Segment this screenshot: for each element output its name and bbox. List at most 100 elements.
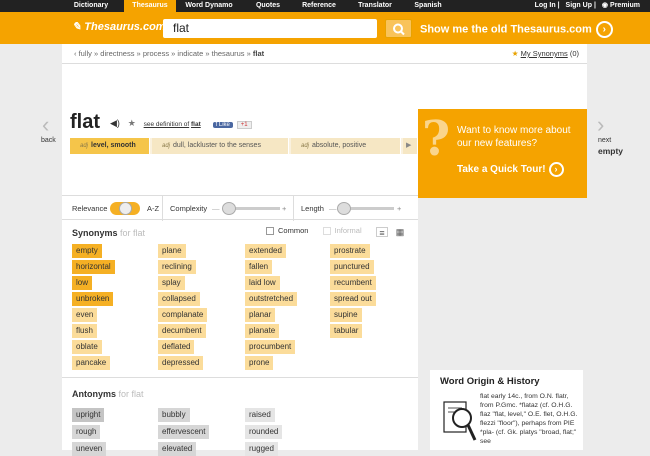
breadcrumb: ‹ fully » directness » process » indicat…	[74, 49, 265, 58]
minus-icon[interactable]: —	[329, 204, 337, 213]
plus-icon[interactable]: +	[397, 204, 401, 213]
next-word[interactable]: empty	[598, 146, 623, 156]
my-synonyms[interactable]: ★ My Synonyms (0)	[512, 49, 579, 58]
synonym-link[interactable]: outstretched	[245, 292, 298, 306]
az-label[interactable]: A-Z	[147, 204, 159, 213]
breadcrumb-item[interactable]: process	[143, 49, 169, 58]
synonym-link[interactable]: prone	[245, 356, 274, 370]
synonym-link[interactable]: planar	[245, 308, 276, 322]
google-plus-button[interactable]: +1	[236, 121, 252, 129]
breadcrumb-item[interactable]: thesaurus	[212, 49, 245, 58]
antonym-link[interactable]: rugged	[245, 442, 278, 456]
length-slider-handle[interactable]	[337, 202, 351, 215]
synonym-link[interactable]: plane	[158, 244, 186, 258]
star-icon[interactable]: ★	[128, 118, 136, 129]
my-synonyms-count: (0)	[569, 49, 579, 58]
minus-icon[interactable]: —	[212, 204, 220, 213]
antonyms-title: Antonyms for flat	[72, 389, 144, 399]
synonym-link[interactable]: recumbent	[330, 276, 376, 290]
synonym-link[interactable]: punctured	[330, 260, 374, 274]
informal-checkbox[interactable]	[322, 227, 331, 236]
list-view-icon[interactable]: ≡	[376, 227, 388, 238]
synonym-link[interactable]: oblate	[72, 340, 102, 354]
breadcrumb-item[interactable]: directness	[100, 49, 134, 58]
synonym-link[interactable]: prostrate	[330, 244, 370, 258]
relevance-toggle[interactable]	[110, 202, 140, 215]
synonym-link[interactable]: spread out	[330, 292, 376, 306]
synonym-link[interactable]: horizontal	[72, 260, 115, 274]
scroll-right-icon[interactable]: ▶	[403, 138, 418, 154]
my-synonyms-link[interactable]: My Synonyms	[521, 49, 568, 58]
complexity-slider-handle[interactable]	[222, 202, 236, 215]
sense-tab[interactable]: adj level, smooth	[70, 138, 150, 154]
see-definition-link[interactable]: see definition of flat	[144, 121, 201, 128]
common-label[interactable]: Common	[278, 226, 308, 235]
sense-tab[interactable]: adj dull, lackluster to the senses	[152, 138, 289, 154]
synonym-link[interactable]: flush	[72, 324, 97, 338]
synonym-link[interactable]: planate	[245, 324, 280, 338]
synonym-link[interactable]: splay	[158, 276, 185, 290]
antonyms-for-word: for flat	[118, 389, 144, 399]
tab-quotes[interactable]: Quotes	[248, 0, 288, 12]
antonym-link[interactable]: rounded	[245, 425, 283, 439]
informal-label[interactable]: Informal	[335, 226, 362, 235]
breadcrumb-current: flat	[252, 49, 265, 58]
old-thesaurus-link[interactable]: Show me the old Thesaurus.com ›	[420, 21, 613, 38]
divider	[293, 196, 294, 221]
synonym-link[interactable]: reclining	[158, 260, 196, 274]
synonym-link[interactable]: fallen	[245, 260, 273, 274]
synonym-link[interactable]: supine	[330, 308, 362, 322]
breadcrumb-start-icon: ‹	[74, 49, 77, 58]
synonym-link[interactable]: decumbent	[158, 324, 206, 338]
synonym-link[interactable]: empty	[72, 244, 102, 258]
synonym-link[interactable]: procumbent	[245, 340, 296, 354]
next-arrow-icon[interactable]: ›	[597, 112, 604, 138]
tab-translator[interactable]: Translator	[350, 0, 400, 12]
premium-link[interactable]: Premium	[610, 2, 640, 9]
synonym-link[interactable]: low	[72, 276, 93, 290]
synonym-link[interactable]: unbroken	[72, 292, 114, 306]
antonym-link[interactable]: raised	[245, 408, 275, 422]
back-label[interactable]: back	[41, 137, 56, 144]
synonym-link[interactable]: complanate	[158, 308, 208, 322]
header: ✎ Thesaurus.com flat Show me the old The…	[0, 12, 650, 44]
synonym-link[interactable]: laid low	[245, 276, 280, 290]
breadcrumb-item[interactable]: indicate	[177, 49, 203, 58]
facebook-like-button[interactable]: f Like	[212, 122, 233, 128]
length-label: Length	[301, 204, 324, 213]
next-label[interactable]: next	[598, 137, 611, 144]
plus-icon[interactable]: +	[282, 204, 286, 213]
back-arrow-icon[interactable]: ‹	[42, 112, 49, 138]
antonym-link[interactable]: rough	[72, 425, 101, 439]
breadcrumb-item[interactable]: fully	[79, 49, 92, 58]
synonym-link[interactable]: even	[72, 308, 98, 322]
signup-link[interactable]: Sign Up	[566, 2, 592, 9]
common-checkbox[interactable]	[266, 227, 274, 236]
quick-tour-button[interactable]: Take a Quick Tour! ›	[457, 162, 564, 177]
search-button[interactable]	[385, 19, 412, 38]
synonym-link[interactable]: collapsed	[158, 292, 200, 306]
synonym-link[interactable]: depressed	[158, 356, 204, 370]
tab-dictionary[interactable]: Dictionary	[68, 0, 114, 12]
tab-spanish[interactable]: Spanish	[408, 0, 448, 12]
synonym-link[interactable]: deflated	[158, 340, 195, 354]
grid-view-icon[interactable]: ▦	[394, 227, 406, 237]
tab-word-dynamo[interactable]: Word Dynamo	[180, 0, 238, 12]
toggle-knob[interactable]	[119, 202, 132, 215]
facebook-icon: f	[215, 122, 218, 128]
tab-thesaurus[interactable]: Thesaurus	[124, 0, 176, 12]
sense-tab[interactable]: adj absolute, positive	[291, 138, 401, 154]
synonym-link[interactable]: pancake	[72, 356, 111, 370]
search-input[interactable]: flat	[163, 19, 377, 38]
antonym-link[interactable]: effervescent	[158, 425, 210, 439]
site-logo[interactable]: ✎ Thesaurus.com	[72, 20, 166, 33]
tab-reference[interactable]: Reference	[296, 0, 342, 12]
synonym-link[interactable]: extended	[245, 244, 286, 258]
antonym-link[interactable]: bubbly	[158, 408, 190, 422]
speaker-icon[interactable]: ◀)	[110, 118, 120, 129]
antonym-link[interactable]: elevated	[158, 442, 197, 456]
synonym-link[interactable]: tabular	[330, 324, 363, 338]
antonym-link[interactable]: upright	[72, 408, 105, 422]
login-link[interactable]: Log In	[535, 2, 556, 9]
antonym-link[interactable]: uneven	[72, 442, 107, 456]
